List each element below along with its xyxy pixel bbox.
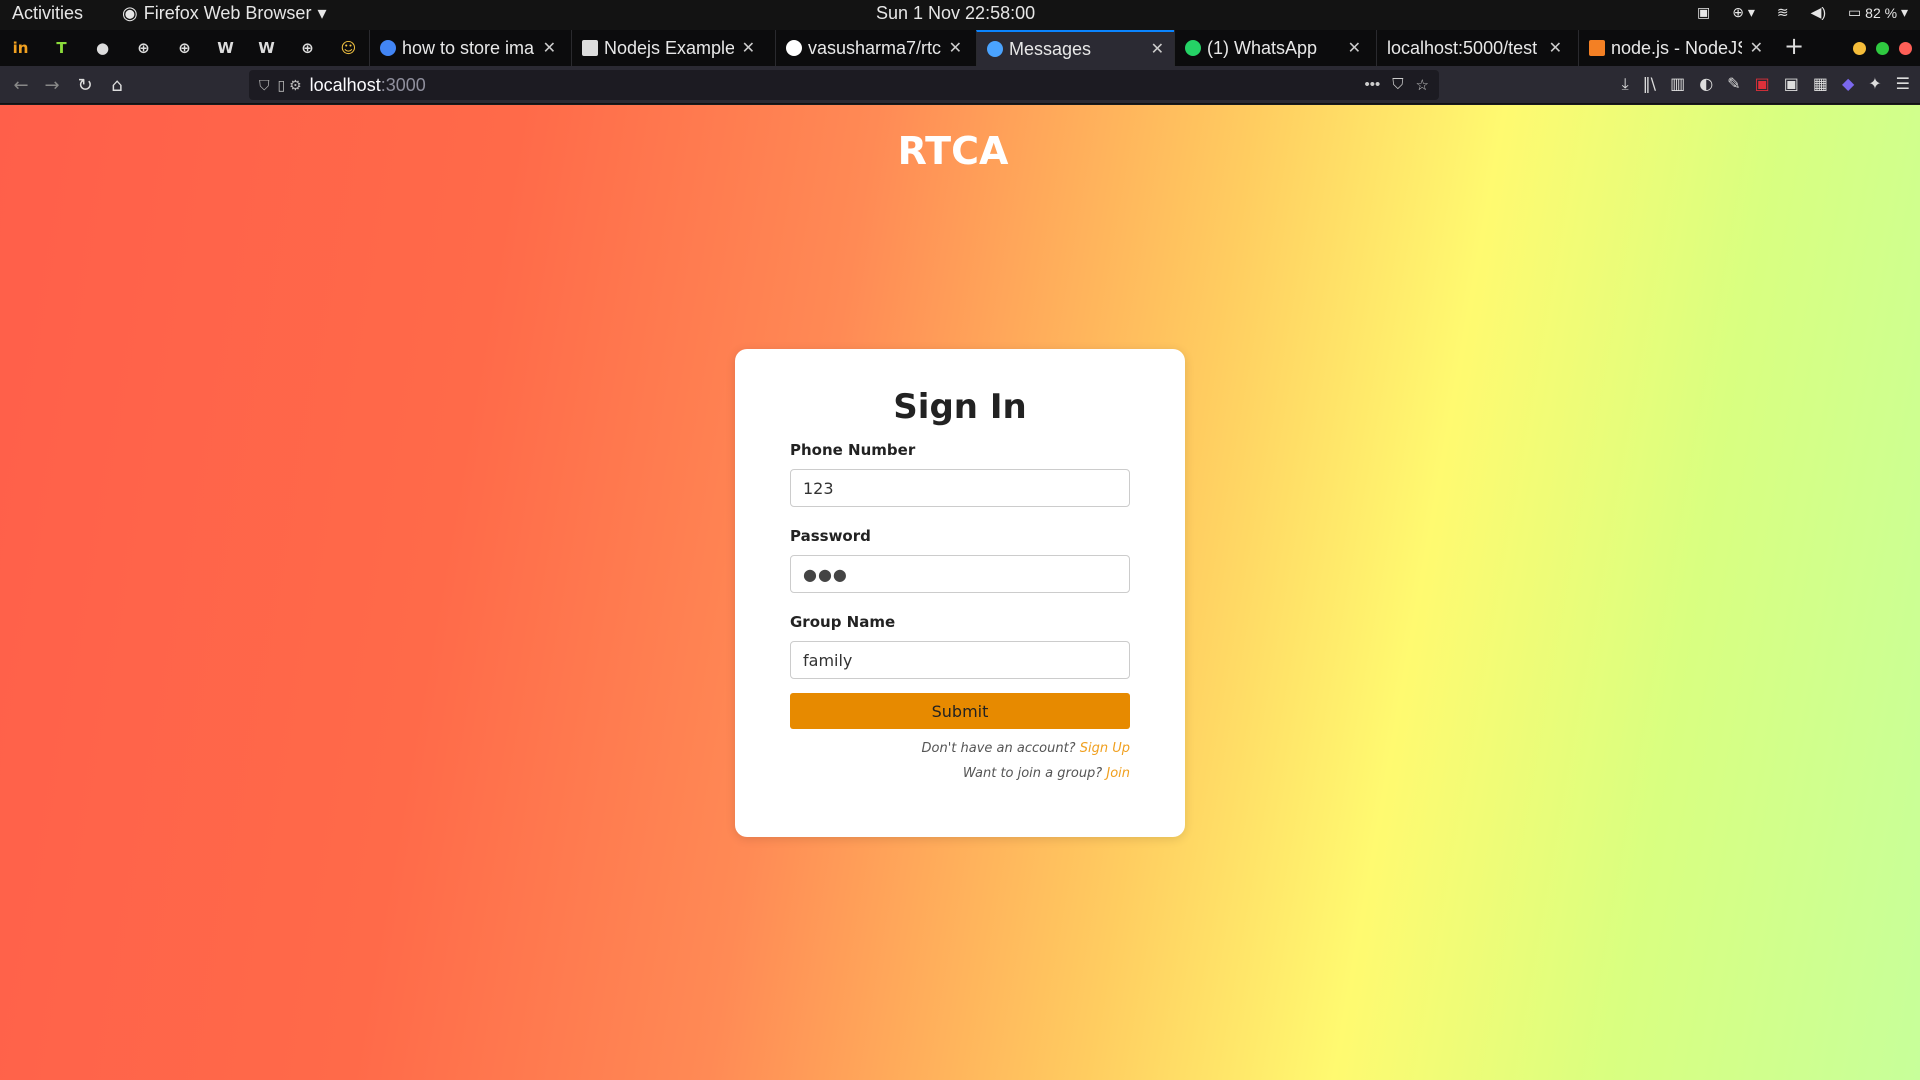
tab-messages[interactable]: Messages ✕: [976, 30, 1174, 66]
group-name-input[interactable]: family: [790, 641, 1130, 679]
clock[interactable]: Sun 1 Nov 22:58:00: [876, 3, 1035, 24]
sidebar-icon[interactable]: ▥: [1670, 74, 1685, 94]
tab-title: (1) WhatsApp: [1207, 37, 1318, 58]
signup-prompt-row: Don't have an account? Sign Up: [790, 741, 1130, 756]
pocket-icon[interactable]: ⛉: [1392, 76, 1403, 94]
pinned-tab-w-icon[interactable]: W: [205, 30, 246, 66]
battery-indicator: ▭ 82 % ▾: [1848, 4, 1908, 21]
page-icon: [582, 40, 598, 56]
maximize-button[interactable]: [1876, 42, 1889, 55]
pinned-tab-emoji-icon[interactable]: ☺: [328, 30, 369, 66]
accessibility-icon[interactable]: ⊕ ▾: [1732, 4, 1755, 21]
close-icon[interactable]: ✕: [949, 38, 962, 58]
extensions-icon[interactable]: ✦: [1868, 74, 1881, 94]
pinned-tab-w-icon[interactable]: W: [246, 30, 287, 66]
extension-icon[interactable]: ▣: [1784, 74, 1799, 94]
tab-whatsapp[interactable]: (1) WhatsApp ✕: [1174, 30, 1371, 66]
reload-button[interactable]: ↻: [72, 72, 98, 98]
tab-strip: in T ● ⊕ ⊕ W W ⊕ ☺ how to store ima ✕ No…: [0, 30, 1920, 66]
tab-nodejs-example[interactable]: Nodejs Example ✕: [571, 30, 765, 66]
close-icon[interactable]: ✕: [1348, 38, 1361, 58]
sign-in-card: Sign In Phone Number 123 Password ●●● Gr…: [735, 349, 1185, 837]
phone-input[interactable]: 123: [790, 469, 1130, 507]
back-button[interactable]: ←: [8, 72, 34, 98]
signup-prompt: Don't have an account?: [921, 741, 1076, 756]
url-host: localhost: [309, 74, 381, 95]
app-menu[interactable]: ◉ Firefox Web Browser ▾: [122, 3, 326, 24]
tab-google-search[interactable]: how to store ima ✕: [369, 30, 566, 66]
password-label: Password: [790, 527, 871, 545]
wifi-icon: ≋: [1776, 4, 1789, 20]
brand-title: RTCA: [897, 129, 1009, 173]
forward-button[interactable]: →: [39, 72, 65, 98]
pinned-tab-github-icon[interactable]: ●: [82, 30, 123, 66]
library-icon[interactable]: ‖\: [1643, 74, 1656, 94]
hamburger-menu-icon[interactable]: ☰: [1896, 74, 1910, 94]
system-top-bar: Activities ◉ Firefox Web Browser ▾ Sun 1…: [0, 0, 1920, 30]
google-icon: [380, 40, 396, 56]
screenshot-icon[interactable]: ▣: [1697, 4, 1710, 21]
system-tray[interactable]: ▣ ⊕ ▾ ≋ ◀) ▭ 82 % ▾: [1697, 4, 1908, 21]
firefox-icon: ◉: [122, 3, 138, 23]
stackoverflow-icon: [1589, 40, 1605, 56]
extension-icon[interactable]: ▣: [1755, 74, 1770, 94]
page-info-icon[interactable]: ▯ ⚙: [278, 77, 302, 94]
phone-label: Phone Number: [790, 441, 916, 459]
whatsapp-icon: [1185, 40, 1201, 56]
home-button[interactable]: ⌂: [104, 72, 130, 98]
tab-github-repo[interactable]: vasusharma7/rtc ✕: [775, 30, 972, 66]
close-icon[interactable]: ✕: [543, 38, 556, 58]
url-bar[interactable]: ⛉ ▯ ⚙ localhost:3000 ••• ⛉ ☆: [249, 70, 1439, 100]
chevron-down-icon: ▾: [317, 3, 327, 23]
url-port: :3000: [380, 74, 426, 95]
activities-button[interactable]: Activities: [12, 3, 83, 24]
toolbar-icons: ⤓ ‖\ ▥ ◐ ✎ ▣ ▣ ▦ ◆ ✦ ☰: [1622, 74, 1910, 94]
volume-icon: ◀): [1810, 4, 1827, 20]
submit-button[interactable]: Submit: [790, 693, 1130, 729]
close-window-button[interactable]: [1899, 42, 1912, 55]
close-icon[interactable]: ✕: [1750, 38, 1763, 58]
shield-icon[interactable]: ⛉: [259, 77, 270, 94]
join-prompt: Want to join a group?: [962, 766, 1103, 781]
minimize-button[interactable]: [1853, 42, 1866, 55]
close-icon[interactable]: ✕: [1151, 39, 1164, 59]
join-prompt-row: Want to join a group? Join: [790, 766, 1130, 781]
extension-icon[interactable]: ▦: [1813, 74, 1828, 94]
tab-title: how to store ima: [402, 37, 535, 58]
password-input[interactable]: ●●●: [790, 555, 1130, 593]
tab-title: Messages: [1009, 38, 1092, 59]
github-icon: [786, 40, 802, 56]
join-link[interactable]: Join: [1106, 766, 1130, 781]
extension-icon[interactable]: ◆: [1842, 74, 1854, 94]
battery-level: 82 %: [1865, 4, 1898, 21]
battery-icon: ▭: [1848, 4, 1862, 20]
pinned-tab-linkedin-icon[interactable]: in: [0, 30, 41, 66]
more-actions-icon[interactable]: •••: [1365, 76, 1381, 94]
close-icon[interactable]: ✕: [742, 38, 755, 58]
download-icon[interactable]: ⤓: [1622, 74, 1629, 94]
pinned-tab-t-icon[interactable]: T: [41, 30, 82, 66]
tab-localhost-5000[interactable]: localhost:5000/test ✕: [1376, 30, 1572, 66]
group-name-label: Group Name: [790, 613, 896, 631]
tab-title: localhost:5000/test: [1387, 37, 1538, 58]
web-page: RTCA Sign In Phone Number 123 Password ●…: [0, 105, 1920, 1080]
navigation-toolbar: ← → ↻ ⌂ ⛉ ▯ ⚙ localhost:3000 ••• ⛉ ☆ ⤓ ‖…: [0, 66, 1920, 104]
bookmark-star-icon[interactable]: ☆: [1416, 76, 1429, 94]
signup-link[interactable]: Sign Up: [1080, 741, 1130, 756]
tab-title: node.js - NodeJS: [1611, 37, 1742, 58]
extension-icon[interactable]: ◐: [1699, 74, 1713, 94]
pinned-tab-globe-icon[interactable]: ⊕: [123, 30, 164, 66]
tab-title: vasusharma7/rtc: [808, 37, 941, 58]
extension-icon[interactable]: ✎: [1727, 74, 1740, 94]
pinned-tab-globe-icon[interactable]: ⊕: [164, 30, 205, 66]
tab-stackoverflow[interactable]: node.js - NodeJS ✕: [1578, 30, 1773, 66]
app-name: Firefox Web Browser: [143, 3, 312, 23]
tab-title: Nodejs Example: [604, 37, 734, 58]
new-tab-button[interactable]: +: [1784, 32, 1804, 60]
close-icon[interactable]: ✕: [1549, 38, 1562, 58]
messages-icon: [987, 41, 1003, 57]
pinned-tab-globe-icon[interactable]: ⊕: [287, 30, 328, 66]
form-title: Sign In: [893, 387, 1027, 427]
